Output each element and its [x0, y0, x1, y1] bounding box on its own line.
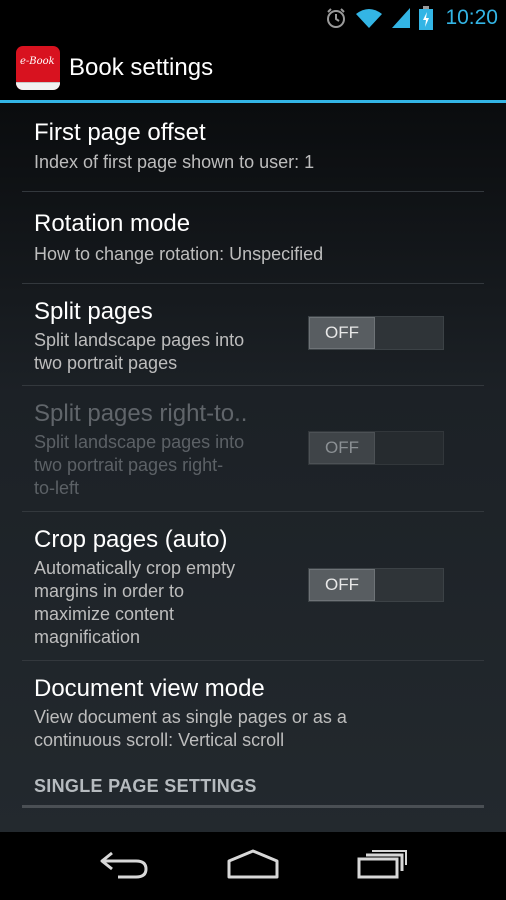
back-button[interactable]: [89, 841, 159, 891]
wifi-icon: [355, 7, 383, 29]
summary-line: maximize content: [34, 604, 175, 624]
pref-split-pages-rtl: Split pages right-to.. Split landscape p…: [22, 386, 484, 512]
pref-title: Split pages: [34, 298, 153, 325]
battery-charging-icon: [419, 6, 434, 30]
summary-line: Automatically crop empty: [34, 558, 236, 578]
pref-document-view-mode[interactable]: Document view mode View document as sing…: [22, 661, 484, 765]
recent-apps-button[interactable]: [347, 841, 417, 891]
pref-crop-pages-auto[interactable]: Crop pages (auto) Automatically crop emp…: [22, 512, 484, 661]
toggle-knob: OFF: [309, 432, 375, 464]
toggle-knob: OFF: [309, 317, 375, 349]
toggle-knob: OFF: [309, 569, 375, 601]
pref-summary: How to change rotation: Unspecified: [34, 244, 324, 264]
crop-pages-toggle[interactable]: OFF: [308, 568, 444, 602]
split-pages-rtl-toggle: OFF: [308, 431, 444, 465]
section-header-single-page: SINGLE PAGE SETTINGS: [34, 776, 257, 796]
pref-summary: Index of first page shown to user: 1: [34, 152, 315, 172]
app-icon[interactable]: e-Book: [16, 46, 60, 90]
summary-line: magnification: [34, 627, 141, 647]
home-icon: [225, 849, 281, 883]
navigation-bar: [0, 832, 506, 900]
home-button[interactable]: [218, 841, 288, 891]
summary-line: Split landscape pages into: [34, 330, 245, 350]
pref-title: Document view mode: [34, 675, 265, 702]
page-title: Book settings: [69, 54, 214, 81]
pref-summary: View document as single pages or as a co…: [34, 706, 347, 752]
pref-rotation-mode[interactable]: Rotation mode How to change rotation: Un…: [22, 192, 484, 284]
summary-line: View document as single pages or as a: [34, 707, 347, 727]
alarm-icon: [325, 7, 347, 29]
pref-title: Rotation mode: [34, 210, 191, 237]
pref-summary: Split landscape pages into two portrait …: [34, 329, 244, 375]
summary-line: two portrait pages: [34, 353, 178, 373]
summary-line: Split landscape pages into: [34, 432, 245, 452]
status-bar: 10:20: [0, 0, 506, 36]
back-icon: [98, 849, 150, 883]
summary-line: to-left: [34, 478, 80, 498]
split-pages-toggle[interactable]: OFF: [308, 316, 444, 350]
summary-line: margins in order to: [34, 581, 185, 601]
pref-split-pages[interactable]: Split pages Split landscape pages into t…: [22, 284, 484, 386]
signal-icon: [391, 7, 411, 29]
action-bar: e-Book Book settings: [0, 36, 506, 100]
pref-summary: Automatically crop empty margins in orde…: [34, 557, 235, 649]
recent-apps-icon: [356, 849, 408, 883]
app-icon-label: e-Book: [20, 56, 55, 67]
summary-line: continuous scroll: Vertical scroll: [34, 730, 285, 750]
pref-title: Split pages right-to..: [34, 400, 248, 427]
pref-first-page-offset[interactable]: First page offset Index of first page sh…: [22, 103, 484, 192]
settings-list[interactable]: First page offset Index of first page sh…: [0, 103, 506, 832]
summary-line: two portrait pages right-: [34, 455, 224, 475]
clock: 10:20: [445, 6, 498, 29]
pref-title: First page offset: [34, 119, 206, 146]
pref-title: Crop pages (auto): [34, 526, 228, 553]
section-divider: [22, 805, 484, 808]
pref-summary: Split landscape pages into two portrait …: [34, 431, 244, 500]
book-page-graphic: [16, 82, 60, 90]
